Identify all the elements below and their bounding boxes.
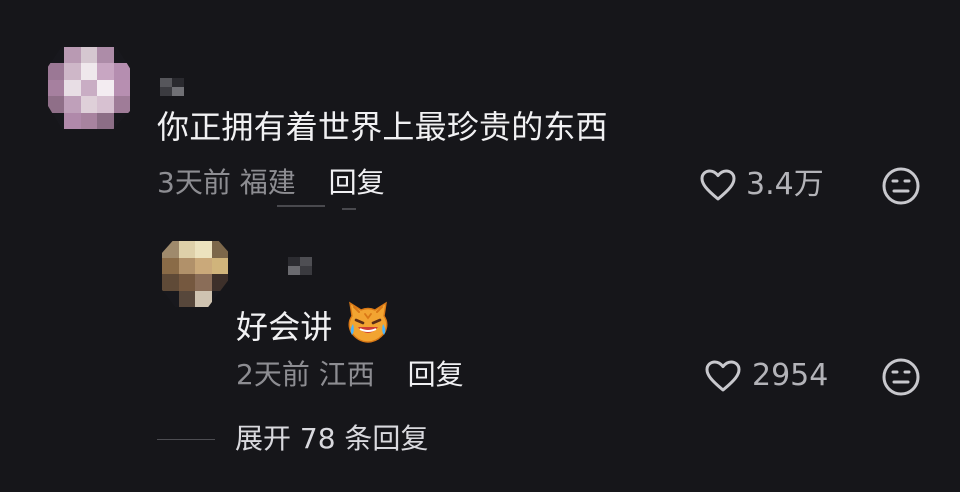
obscured-separator-line (342, 208, 356, 210)
comment-meta: 3天前 福建 回复 (157, 165, 385, 201)
reply-button[interactable]: 回复 (329, 166, 385, 199)
reply-like-heart-icon[interactable] (704, 359, 742, 395)
reply-name-obscured[interactable] (288, 257, 312, 275)
comment-text: 你正拥有着世界上最珍贵的东西 (157, 108, 608, 146)
comment-location: 福建 (239, 166, 296, 199)
like-count: 3.4万 (746, 167, 824, 202)
reply-meta: 2天前 江西 回复 (236, 357, 464, 393)
reply-avatar[interactable] (162, 241, 228, 307)
comment-time: 3天前 (157, 166, 231, 199)
reply-time: 2天前 (236, 358, 310, 391)
obscured-separator-line (277, 205, 325, 207)
reply-neutral-face-icon[interactable] (881, 357, 921, 397)
neutral-face-icon[interactable] (881, 166, 921, 206)
reply-comment-text: 好会讲 (236, 299, 391, 347)
laughing-cat-emoji (345, 299, 391, 345)
comment-thread: 你正拥有着世界上最珍贵的东西 3天前 福建 回复 3.4万 好会讲 2天前 江西… (0, 0, 960, 492)
expand-divider-line (157, 439, 215, 440)
reply-text: 好会讲 (236, 308, 333, 346)
commenter-name-obscured[interactable] (160, 78, 184, 96)
reply-to-reply-button[interactable]: 回复 (408, 358, 464, 391)
commenter-avatar[interactable] (48, 47, 130, 129)
reply-like-count: 2954 (752, 358, 829, 393)
like-heart-icon[interactable] (699, 168, 737, 204)
reply-location: 江西 (318, 358, 375, 391)
expand-replies-button[interactable]: 展开 78 条回复 (235, 421, 428, 457)
